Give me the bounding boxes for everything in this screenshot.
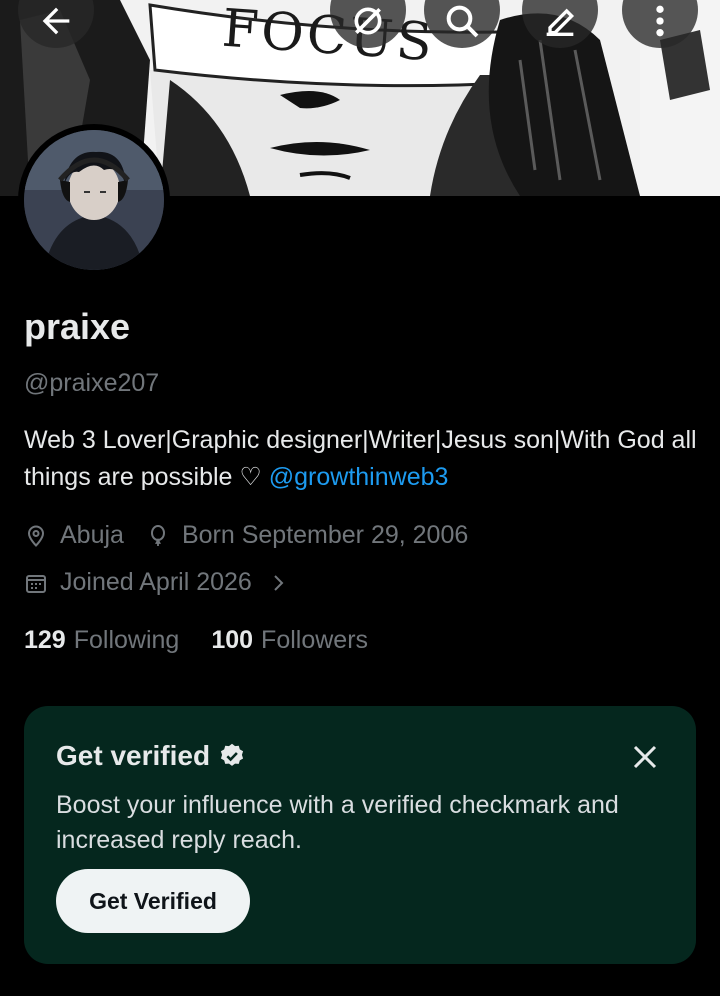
following-count: 129 [24,626,66,654]
get-verified-card: Get verified Boost your influence with a… [24,706,696,964]
bio-mention-link[interactable]: @growthinweb3 [269,463,449,491]
get-verified-button[interactable]: Get Verified [56,869,250,933]
joined-row[interactable]: Joined April 2026 [24,568,302,597]
avatar[interactable] [18,124,170,276]
card-title: Get verified [56,740,246,772]
profile-handle: @praixe207 [24,369,160,397]
edit-icon [546,8,575,36]
followers-count: 100 [211,626,254,654]
birthday-text: Born September 29, 2006 [181,521,469,549]
search-icon [446,5,479,38]
location-pin-icon [27,524,45,547]
grok-icon [354,7,382,35]
balloon-icon [150,524,165,546]
chevron-right-icon [274,574,284,591]
follow-counts: 129 Following 100 Followers [24,626,368,655]
followers-label: Followers [261,626,369,654]
arrow-left-icon [42,7,70,35]
card-title-text: Get verified [56,740,211,771]
following-link[interactable]: 129 Following [24,626,179,655]
profile-bio: Web 3 Lover|Graphic designer|Writer|Jesu… [24,422,704,496]
joined-text: Joined April 2026 [60,568,252,596]
followers-link[interactable]: 100 Followers [211,626,368,655]
card-description: Boost your influence with a verified che… [56,791,619,854]
calendar-icon [26,574,46,593]
more-vertical-icon [656,5,664,37]
avatar-image [24,130,164,270]
close-icon[interactable] [630,742,660,772]
verified-badge-icon [220,743,244,766]
profile-meta: Abuja Born September 29, 2006 [24,521,468,550]
following-label: Following [73,626,180,654]
location-text: Abuja [60,521,124,549]
profile-name: praixe [24,306,131,347]
